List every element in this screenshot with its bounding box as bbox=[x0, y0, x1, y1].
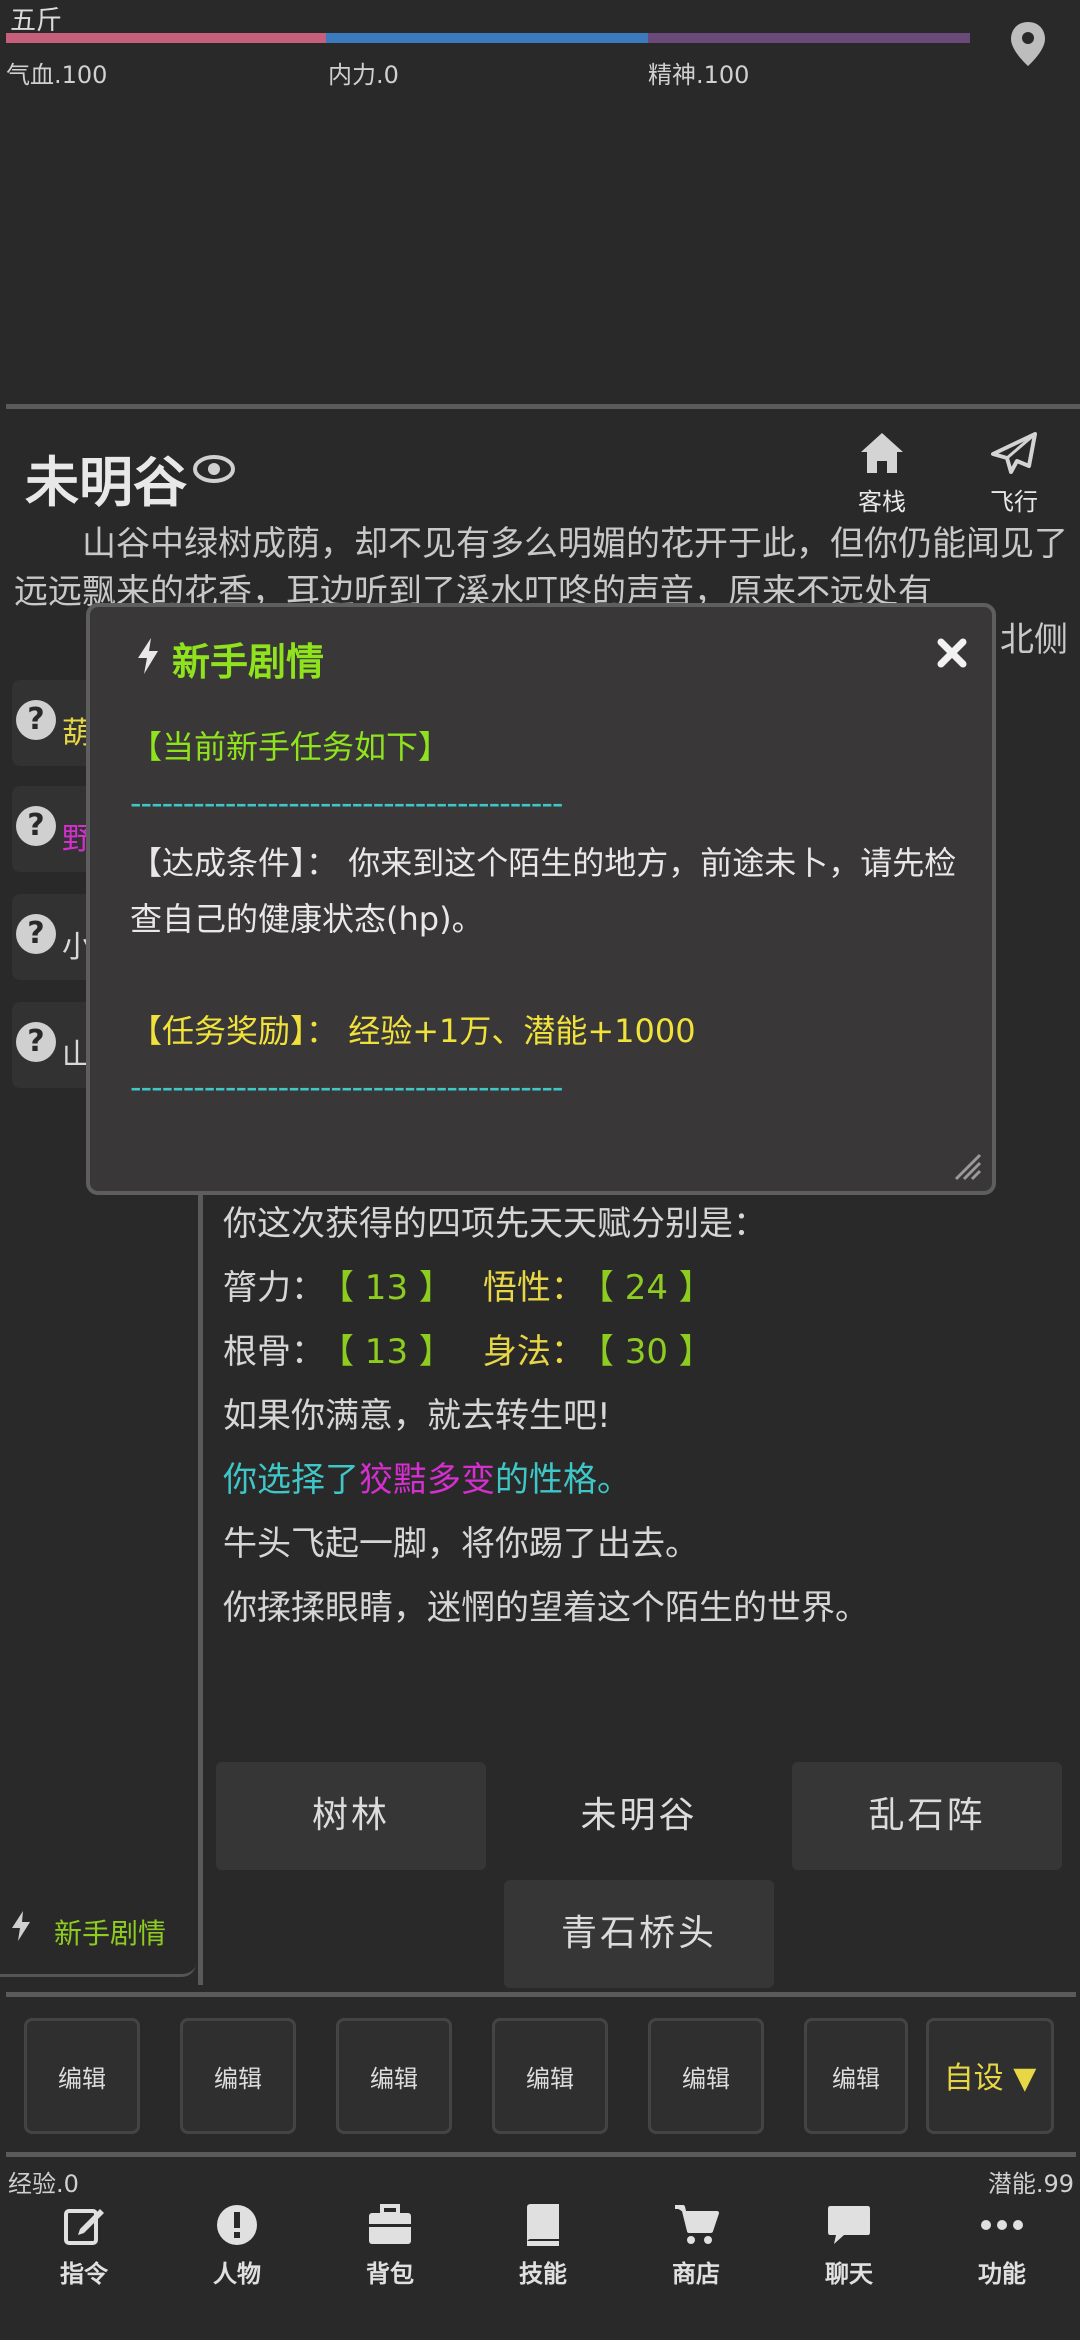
description-fragment: 北侧 bbox=[1000, 620, 1068, 660]
log-line: 膂力：【 13 】悟性：【 24 】 bbox=[223, 1268, 713, 1308]
newbie-story-tab[interactable]: 新手剧情 bbox=[0, 1890, 196, 1977]
task-condition: 【达成条件】： 你来到这个陌生的地方，前途未卜，请先检查自己的健康状态(hp)。 bbox=[130, 844, 957, 938]
shortcut-button[interactable]: 编辑 bbox=[24, 2018, 140, 2134]
custom-dropdown[interactable]: 自设 ▼ bbox=[926, 2018, 1054, 2134]
log-line: 你揉揉眼睛，迷惘的望着这个陌生的世界。 bbox=[223, 1588, 869, 1628]
message-log: 你这次获得的四项先天天赋分别是： 膂力：【 13 】悟性：【 24 】 根骨：【… bbox=[223, 1192, 1063, 1640]
task-heading: 【当前新手任务如下】 bbox=[130, 728, 451, 766]
close-icon[interactable] bbox=[936, 637, 968, 673]
cart-icon bbox=[636, 2200, 756, 2250]
task-reward: 【任务奖励】： 经验+1万、潜能+1000 bbox=[130, 1012, 696, 1050]
divider bbox=[6, 1992, 1076, 1997]
exit-button[interactable]: 乱石阵 bbox=[792, 1762, 1062, 1870]
resize-handle-icon[interactable] bbox=[952, 1151, 982, 1185]
inn-label: 客栈 bbox=[858, 488, 906, 516]
map-pin-icon[interactable] bbox=[1008, 20, 1048, 68]
divider bbox=[6, 2152, 1076, 2157]
edit-icon bbox=[24, 2200, 144, 2250]
spirit-label: 精神.100 bbox=[648, 61, 750, 89]
column-divider bbox=[198, 1195, 203, 1985]
send-icon bbox=[964, 430, 1064, 482]
nav-command[interactable]: 指令 bbox=[24, 2200, 144, 2289]
newbie-tab-label: 新手剧情 bbox=[54, 1917, 167, 1950]
lightning-icon bbox=[136, 637, 160, 679]
spirit-bar bbox=[648, 33, 970, 43]
dash-divider: ----------------------------------------… bbox=[130, 784, 563, 822]
shortcut-button[interactable]: 编辑 bbox=[180, 2018, 296, 2134]
question-icon: ? bbox=[16, 806, 56, 846]
question-icon: ? bbox=[16, 914, 56, 954]
log-line: 根骨：【 13 】身法：【 30 】 bbox=[223, 1332, 713, 1372]
player-name: 五斤 bbox=[10, 6, 63, 36]
nav-bag[interactable]: 背包 bbox=[330, 2200, 450, 2289]
exp-label: 经验.0 bbox=[8, 2170, 79, 2198]
shortcut-button[interactable]: 编辑 bbox=[336, 2018, 452, 2134]
lightning-icon bbox=[10, 1910, 32, 1946]
newbie-story-dialog: 新手剧情 【当前新手任务如下】 ------------------------… bbox=[86, 603, 996, 1195]
stat-value: 【 24 】 bbox=[596, 1268, 713, 1308]
nav-chat[interactable]: 聊天 bbox=[789, 2200, 909, 2289]
stat-value: 【 30 】 bbox=[596, 1332, 713, 1372]
dash-divider: ----------------------------------------… bbox=[130, 1068, 563, 1106]
dialog-body: 【当前新手任务如下】 -----------------------------… bbox=[130, 719, 970, 1115]
log-line: 你选择了狡黠多变的性格。 bbox=[223, 1460, 631, 1500]
more-icon bbox=[942, 2200, 1062, 2250]
hp-bar bbox=[6, 33, 326, 43]
log-line: 你这次获得的四项先天天赋分别是： bbox=[223, 1204, 767, 1244]
nav-skills[interactable]: 技能 bbox=[483, 2200, 603, 2289]
location-title: 未明谷 bbox=[25, 451, 187, 514]
shortcut-button[interactable]: 编辑 bbox=[492, 2018, 608, 2134]
exit-button[interactable]: 树林 bbox=[216, 1762, 486, 1870]
shortcut-button[interactable]: 编辑 bbox=[804, 2018, 908, 2134]
book-icon bbox=[483, 2200, 603, 2250]
nav-shop[interactable]: 商店 bbox=[636, 2200, 756, 2289]
inn-button[interactable]: 客栈 bbox=[832, 430, 932, 517]
log-line: 如果你满意，就去转生吧! bbox=[223, 1396, 611, 1436]
hp-label: 气血.100 bbox=[6, 61, 108, 89]
chat-icon bbox=[789, 2200, 909, 2250]
briefcase-icon bbox=[330, 2200, 450, 2250]
exit-button[interactable]: 青石桥头 bbox=[504, 1880, 774, 1988]
potential-label: 潜能.99 bbox=[987, 2170, 1074, 2198]
mp-label: 内力.0 bbox=[328, 61, 399, 89]
fly-button[interactable]: 飞行 bbox=[964, 430, 1064, 517]
shortcut-button[interactable]: 编辑 bbox=[648, 2018, 764, 2134]
exit-current[interactable]: 未明谷 bbox=[504, 1762, 774, 1870]
fly-label: 飞行 bbox=[990, 488, 1038, 516]
nav-functions[interactable]: 功能 bbox=[942, 2200, 1062, 2289]
eye-icon[interactable] bbox=[192, 452, 236, 490]
question-icon: ? bbox=[16, 700, 56, 740]
dialog-title: 新手剧情 bbox=[172, 640, 325, 684]
stat-value: 【 13 】 bbox=[337, 1332, 453, 1372]
question-icon: ? bbox=[16, 1022, 56, 1062]
stat-value: 【 13 】 bbox=[337, 1268, 453, 1308]
log-line: 牛头飞起一脚，将你踢了出去。 bbox=[223, 1524, 699, 1564]
home-icon bbox=[832, 430, 932, 482]
alert-icon bbox=[177, 2200, 297, 2250]
nav-character[interactable]: 人物 bbox=[177, 2200, 297, 2289]
mp-bar bbox=[326, 33, 648, 43]
divider bbox=[6, 404, 1080, 409]
